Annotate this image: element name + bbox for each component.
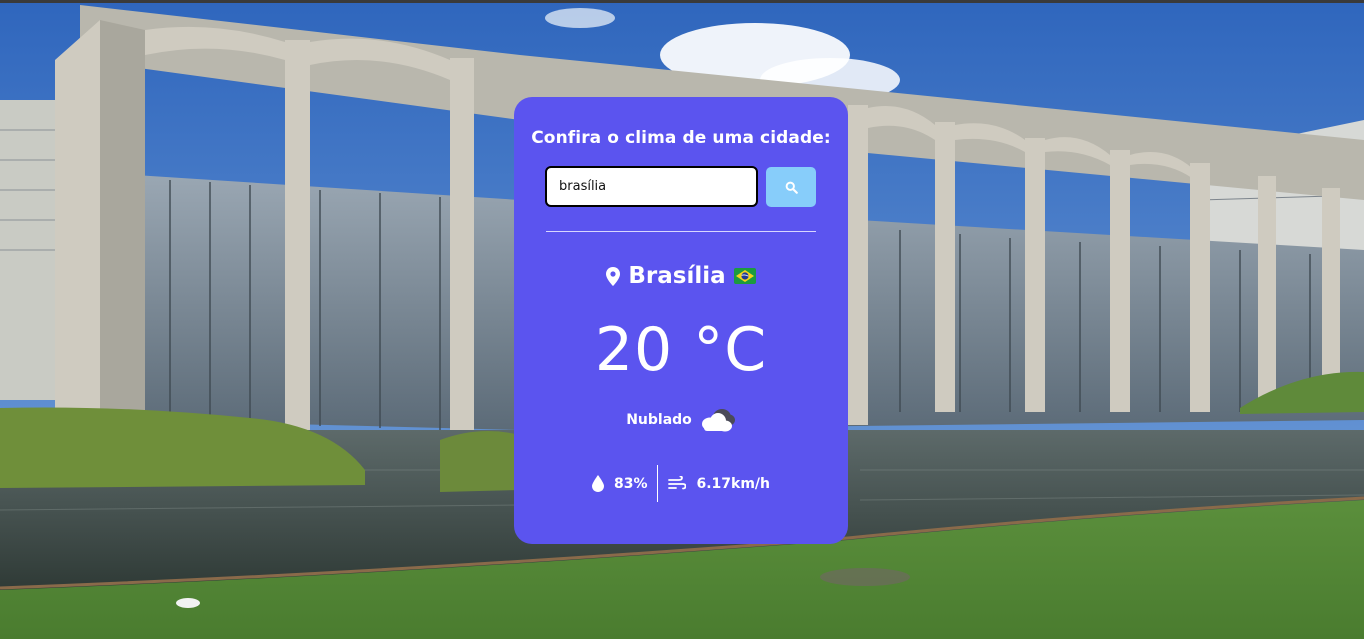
- divider: [546, 231, 816, 232]
- humidity: 83%: [582, 475, 658, 492]
- city-search-input[interactable]: [545, 166, 758, 207]
- water-drop-icon: [591, 475, 604, 492]
- city-row: Brasília: [514, 263, 848, 289]
- page: Confira o clima de uma cidade: Brasília …: [0, 0, 1364, 639]
- city-name: Brasília: [628, 263, 726, 289]
- condition-row: Nublado: [514, 407, 848, 433]
- card-title: Confira o clima de uma cidade:: [531, 128, 831, 148]
- window-top-border: [0, 0, 1364, 3]
- search-button[interactable]: [766, 167, 816, 207]
- wind-value: 6.17km/h: [696, 475, 771, 492]
- weather-card: Confira o clima de uma cidade: Brasília …: [514, 97, 848, 544]
- details-row: 83% 6.17km/h: [514, 465, 848, 502]
- location-pin-icon: [606, 266, 621, 286]
- wind-icon: [668, 476, 687, 490]
- search-icon: [785, 181, 798, 194]
- brazil-flag-icon: [733, 268, 756, 284]
- temperature: 20 °C: [594, 315, 768, 385]
- wind: 6.17km/h: [658, 476, 780, 492]
- condition-label: Nublado: [626, 412, 692, 428]
- cloudy-icon: [701, 409, 735, 432]
- humidity-value: 83%: [613, 475, 648, 492]
